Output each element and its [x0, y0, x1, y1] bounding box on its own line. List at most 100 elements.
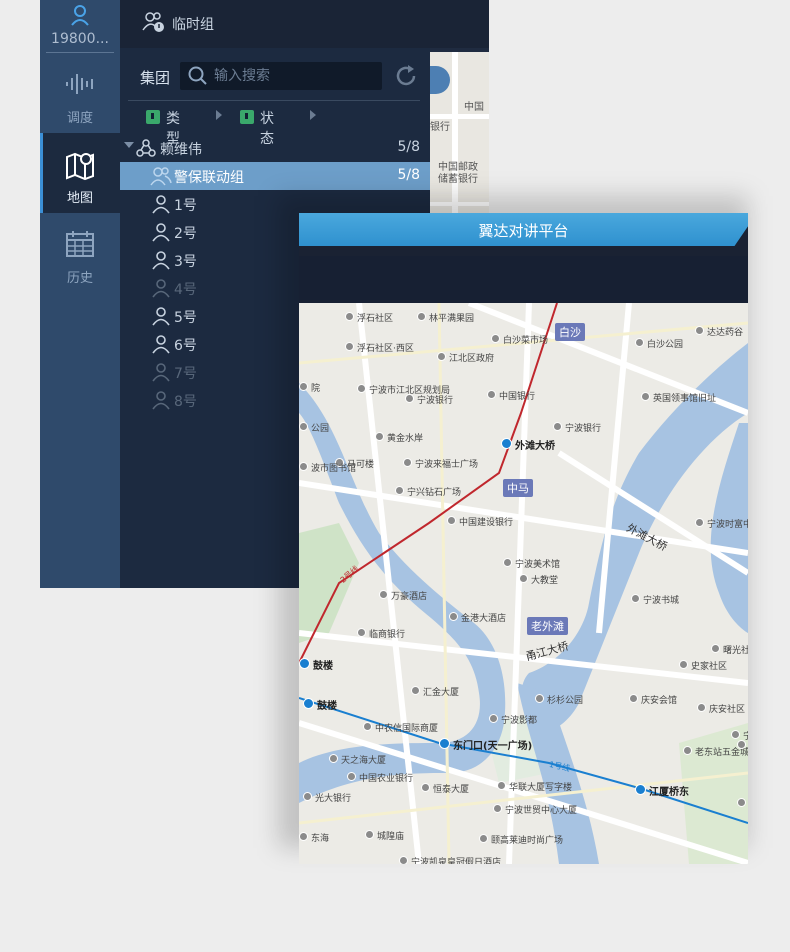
map-poi-icon[interactable]: [345, 342, 354, 351]
map-poi-label[interactable]: 院: [311, 381, 320, 394]
map-poi-label[interactable]: 宁波银行: [417, 393, 453, 406]
map-poi-icon[interactable]: [437, 352, 446, 361]
map-poi-icon[interactable]: [487, 390, 496, 399]
map-poi-icon[interactable]: [403, 458, 412, 467]
map-poi-label[interactable]: 颐高莱迪时尚广场: [491, 833, 563, 846]
metro-station-icon[interactable]: [303, 698, 314, 709]
map-poi-label[interactable]: 恒泰大厦: [433, 782, 469, 795]
expand-caret-icon[interactable]: [124, 142, 134, 148]
map-poi-icon[interactable]: [679, 660, 688, 669]
map-poi-icon[interactable]: [399, 856, 408, 864]
window-title-bar[interactable]: 翼达对讲平台: [299, 213, 748, 246]
map-poi-icon[interactable]: [345, 312, 354, 321]
map-poi-icon[interactable]: [635, 338, 644, 347]
temp-group-tab[interactable]: 临时组: [120, 0, 489, 48]
map-poi-icon[interactable]: [535, 694, 544, 703]
map-poi-label[interactable]: 中农信国际商厦: [375, 721, 438, 734]
tree-subgroup[interactable]: 警保联动组 5/8: [120, 162, 430, 190]
map-poi-label[interactable]: 波市图书馆: [311, 461, 356, 474]
map-poi-label[interactable]: 黄金水岸: [387, 431, 423, 444]
map-poi-icon[interactable]: [375, 432, 384, 441]
map-poi-label[interactable]: 公园: [311, 421, 329, 434]
map-poi-label[interactable]: 英国领事馆旧址: [653, 391, 716, 404]
map-poi-label[interactable]: 达达药谷: [707, 325, 743, 338]
map-poi-icon[interactable]: [489, 714, 498, 723]
map-poi-label[interactable]: 宁波美术馆: [515, 557, 560, 570]
map-poi-icon[interactable]: [299, 382, 308, 391]
nav-dispatch[interactable]: 调度: [40, 53, 120, 133]
map-poi-icon[interactable]: [479, 834, 488, 843]
map-poi-label[interactable]: 宁波来福士广场: [415, 457, 478, 470]
map-poi-icon[interactable]: [357, 628, 366, 637]
type-expand-icon[interactable]: [216, 110, 222, 120]
status-expand-icon[interactable]: [310, 110, 316, 120]
map-poi-icon[interactable]: [553, 422, 562, 431]
map-poi-icon[interactable]: [405, 394, 414, 403]
map-poi-icon[interactable]: [411, 686, 420, 695]
metro-station-label[interactable]: 东门口(天一广场): [453, 737, 532, 752]
user-profile[interactable]: 19800...: [40, 0, 120, 54]
map-poi-label[interactable]: 林平满果园: [429, 311, 474, 324]
map-poi-icon[interactable]: [299, 462, 308, 471]
map-poi-icon[interactable]: [683, 746, 692, 755]
refresh-icon[interactable]: [394, 64, 418, 88]
map-poi-label[interactable]: 宁波影都: [501, 713, 537, 726]
metro-station-icon[interactable]: [299, 658, 310, 669]
map-poi-icon[interactable]: [491, 334, 500, 343]
map-poi-label[interactable]: 史家社区: [691, 659, 727, 672]
map-poi-icon[interactable]: [629, 694, 638, 703]
map-poi-icon[interactable]: [519, 574, 528, 583]
map-poi-label[interactable]: 东海: [311, 831, 329, 844]
map-poi-label[interactable]: 宁波凯泉皇冠假日酒店: [411, 855, 501, 864]
map-poi-label[interactable]: 宁波时富中心: [707, 517, 748, 530]
map-poi-icon[interactable]: [711, 644, 720, 653]
map-poi-label[interactable]: 庆安社区: [709, 702, 745, 715]
map-poi-icon[interactable]: [695, 518, 704, 527]
map-poi-label[interactable]: 万豪酒店: [391, 589, 427, 602]
map-poi-icon[interactable]: [379, 590, 388, 599]
map-poi-label[interactable]: 中国建设银行: [459, 515, 513, 528]
metro-station-label[interactable]: 外滩大桥: [515, 437, 555, 452]
map-poi-icon[interactable]: [365, 830, 374, 839]
map-poi-icon[interactable]: [303, 792, 312, 801]
metro-station-icon[interactable]: [635, 784, 646, 795]
map-poi-icon[interactable]: [421, 783, 430, 792]
map-poi-label[interactable]: 宁波银行: [565, 421, 601, 434]
metro-station-icon[interactable]: [439, 738, 450, 749]
map-poi-label[interactable]: 临商银行: [369, 627, 405, 640]
map-poi-icon[interactable]: [417, 312, 426, 321]
metro-station-icon[interactable]: [501, 438, 512, 449]
city-map[interactable]: 浮石社区 林平满果园 白沙菜市场 白沙公园 达达药谷 浮石社区·西区 江北区政府 宁波市江北区…: [299, 303, 748, 864]
map-poi-label[interactable]: 白沙菜市场: [503, 333, 548, 346]
map-poi-icon[interactable]: [347, 772, 356, 781]
map-poi-label[interactable]: 宁兴钻石广场: [407, 485, 461, 498]
map-poi-icon[interactable]: [731, 730, 740, 739]
status-checkbox[interactable]: [240, 110, 254, 124]
tree-group-leader[interactable]: 赖维伟 5/8: [120, 134, 430, 162]
map-poi-label[interactable]: 光大银行: [315, 791, 351, 804]
nav-history[interactable]: 历史: [40, 213, 120, 293]
map-poi-label[interactable]: 宁波书城: [643, 593, 679, 606]
map-poi-icon[interactable]: [631, 594, 640, 603]
map-poi-label[interactable]: 曙光社: [723, 643, 748, 656]
map-poi-icon[interactable]: [695, 326, 704, 335]
map-poi-label[interactable]: 杉杉公园: [547, 693, 583, 706]
map-poi-label[interactable]: 金港大酒店: [461, 611, 506, 624]
search-input[interactable]: [214, 66, 374, 86]
map-poi-icon[interactable]: [449, 612, 458, 621]
map-poi-label[interactable]: 宁波世贸中心大厦: [505, 803, 577, 816]
map-poi-icon[interactable]: [357, 384, 366, 393]
map-poi-label[interactable]: 中国银行: [499, 389, 535, 402]
map-poi-icon[interactable]: [329, 754, 338, 763]
map-poi-icon[interactable]: [363, 722, 372, 731]
metro-station-label[interactable]: 江厦桥东: [649, 783, 689, 798]
map-poi-icon[interactable]: [395, 486, 404, 495]
map-poi-label[interactable]: 庆安会馆: [641, 693, 677, 706]
map-poi-label[interactable]: 城隍庙: [377, 829, 404, 842]
map-poi-icon[interactable]: [299, 422, 308, 431]
map-poi-icon[interactable]: [447, 516, 456, 525]
map-poi-label[interactable]: 浮石社区: [357, 311, 393, 324]
map-poi-label[interactable]: 汇金大厦: [423, 685, 459, 698]
map-poi-label[interactable]: 浮石社区·西区: [357, 341, 414, 354]
type-checkbox[interactable]: [146, 110, 160, 124]
